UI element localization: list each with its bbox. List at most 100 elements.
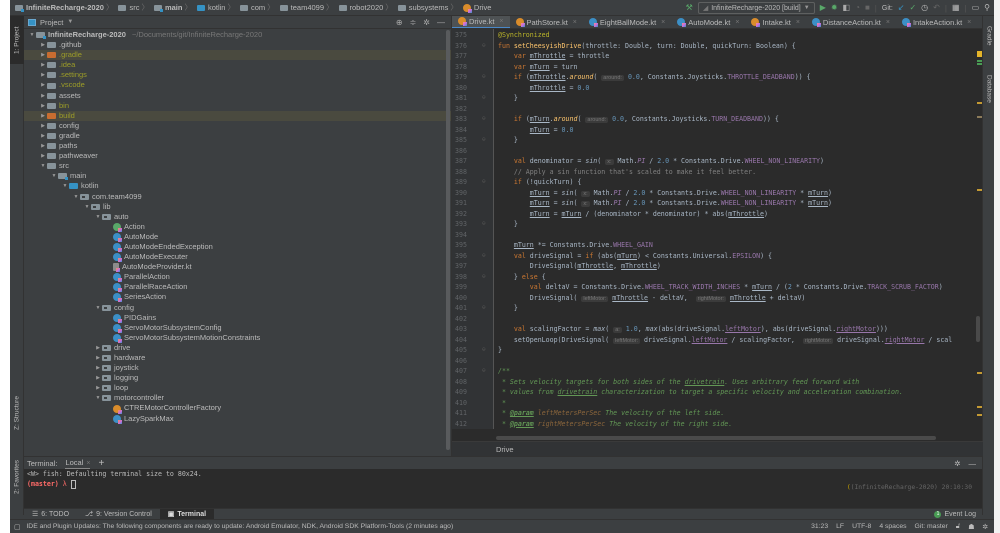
scroll-thumb[interactable]	[496, 436, 936, 440]
warning-marker[interactable]	[977, 116, 982, 118]
new-terminal-button[interactable]: +	[98, 458, 104, 469]
fold-marker-icon[interactable]: ⊖	[482, 72, 494, 83]
fold-marker-icon[interactable]	[482, 125, 494, 136]
hide-icon[interactable]: —	[437, 18, 445, 27]
tree-item[interactable]: ▼ InfiniteRecharge-2020 ~/Documents/git/In…	[24, 30, 451, 40]
editor-breadcrumb[interactable]: Drive	[452, 441, 983, 456]
code-text[interactable]	[494, 146, 498, 157]
tree-item[interactable]: AutoModeEndedException	[24, 242, 451, 253]
tree-item[interactable]: ▶ logging	[24, 373, 451, 383]
inspector-icon[interactable]: ☗	[968, 523, 974, 531]
git-commit-icon[interactable]: ✓	[909, 2, 916, 14]
expanded-arrow-icon[interactable]: ▼	[94, 303, 102, 313]
git-update-icon[interactable]: ↙	[898, 2, 905, 14]
code-text[interactable]: var mTurn = turn	[494, 62, 578, 73]
fold-marker-icon[interactable]	[482, 398, 494, 409]
code-text[interactable]	[494, 104, 498, 115]
editor-tab[interactable]: AutoMode.kt ×	[671, 16, 745, 28]
fold-marker-icon[interactable]: ⊖	[482, 366, 494, 377]
code-text[interactable]	[494, 314, 498, 325]
fold-marker-icon[interactable]: ⊖	[482, 177, 494, 188]
collapsed-arrow-icon[interactable]: ▶	[94, 353, 102, 363]
fold-marker-icon[interactable]	[482, 324, 494, 335]
tree-item[interactable]: ▶ hardware	[24, 353, 451, 363]
tree-item[interactable]: ▶ bin	[24, 101, 451, 111]
code-text[interactable]: * @param leftMetersPerSecSq The accelera…	[494, 429, 748, 430]
expanded-arrow-icon[interactable]: ▼	[94, 393, 102, 403]
code-text[interactable]: // Apply a sin function that's scaled to…	[494, 167, 756, 178]
tree-item[interactable]: ▶ build	[24, 110, 451, 121]
change-marker[interactable]	[977, 63, 982, 65]
fold-marker-icon[interactable]: ⊖	[482, 135, 494, 146]
breadcrumb-item[interactable]: com 〉	[237, 2, 277, 13]
code-text[interactable]: @Synchronized	[494, 30, 550, 41]
close-icon[interactable]: ×	[499, 18, 503, 25]
code-text[interactable]: mTurn = mTurn / (denominator * denominat…	[494, 209, 768, 220]
run-icon[interactable]: ▶	[820, 2, 826, 14]
tool-window-button[interactable]: ☰ 6: TODO	[24, 509, 77, 520]
tree-item[interactable]: ▶ gradle	[24, 131, 451, 141]
tree-item[interactable]: ServoMotorSubsystemMotionConstraints	[24, 333, 451, 343]
collapsed-arrow-icon[interactable]: ▶	[39, 70, 47, 80]
fold-marker-icon[interactable]: ⊖	[482, 272, 494, 283]
close-icon[interactable]: ×	[735, 19, 739, 26]
expanded-arrow-icon[interactable]: ▼	[28, 30, 36, 40]
locate-icon[interactable]: ⊕	[396, 18, 403, 27]
code-text[interactable]: * values from drivetrain characterizatio…	[494, 387, 903, 398]
collapsed-arrow-icon[interactable]: ▶	[39, 80, 47, 90]
event-icon[interactable]: ✲	[982, 523, 988, 531]
fold-marker-icon[interactable]	[482, 51, 494, 62]
code-text[interactable]: mThrottle = 0.0	[494, 83, 590, 94]
event-log-button[interactable]: 1 Event Log	[934, 510, 982, 518]
project-structure-icon[interactable]: ▦	[952, 2, 960, 14]
caret-position[interactable]: 31:23	[811, 523, 828, 531]
breadcrumb-item[interactable]: InfiniteRecharge-2020 〉	[12, 2, 115, 13]
collapsed-arrow-icon[interactable]: ▶	[39, 141, 47, 151]
fold-marker-icon[interactable]	[482, 356, 494, 367]
fold-marker-icon[interactable]	[482, 377, 494, 388]
line-separator[interactable]: LF	[836, 523, 844, 531]
warning-marker[interactable]	[977, 51, 982, 57]
code-text[interactable]: DriveSignal( leftMotor: mThrottle - delt…	[494, 293, 805, 304]
gradle-tool-tab[interactable]: Gradle	[983, 16, 994, 56]
fold-marker-icon[interactable]	[482, 83, 494, 94]
code-text[interactable]: }	[494, 93, 518, 104]
tree-item[interactable]: ▶ .settings	[24, 70, 451, 80]
database-tool-tab[interactable]: Database	[983, 64, 994, 114]
collapsed-arrow-icon[interactable]: ▶	[94, 383, 102, 393]
close-icon[interactable]: ×	[886, 19, 890, 26]
code-text[interactable]: val scalingFactor = max( a: 1.0, max(abs…	[494, 324, 888, 335]
code-text[interactable]: * Sets velocity targets for both sides o…	[494, 377, 859, 388]
tree-item[interactable]: ▶ .vscode	[24, 80, 451, 90]
tree-item[interactable]: ▶ .gradle	[24, 50, 451, 61]
fold-marker-icon[interactable]	[482, 167, 494, 178]
code-text[interactable]: }	[494, 219, 518, 230]
code-text[interactable]: DriveSignal(mThrottle, mThrottle)	[494, 261, 661, 272]
terminal-icon[interactable]: ▭	[972, 2, 980, 14]
code-text[interactable]: val driveSignal = if (abs(mTurn) < Const…	[494, 251, 772, 262]
code-text[interactable]: * @param rightMetersPerSec The velocity …	[494, 419, 732, 430]
editor-tab[interactable]: IntakeAction.kt ×	[896, 16, 977, 28]
tree-item[interactable]: LazySparkMax	[24, 414, 451, 424]
code-text[interactable]: setOpenLoop(DriveSignal( leftMotor: driv…	[494, 335, 952, 346]
fold-marker-icon[interactable]	[482, 209, 494, 220]
favorites-tool-tab[interactable]: 2: Favorites	[10, 448, 24, 506]
tree-item[interactable]: ▶ .github	[24, 40, 451, 50]
warning-marker[interactable]	[977, 414, 982, 416]
tree-item[interactable]: ▼ com.team4099	[24, 192, 451, 202]
tree-item[interactable]: ▶ paths	[24, 141, 451, 151]
code-area[interactable]: 375 @Synchronized 376 ⊖ fun setCheesyishDriv…	[452, 30, 983, 430]
expanded-arrow-icon[interactable]: ▼	[72, 192, 80, 202]
breadcrumb-item[interactable]: src 〉	[115, 2, 151, 13]
editor-vertical-scrollbar[interactable]	[976, 316, 980, 342]
history-icon[interactable]: ◷	[921, 2, 928, 14]
change-marker[interactable]	[977, 60, 982, 62]
close-icon[interactable]: ×	[573, 19, 577, 26]
terminal-prompt[interactable]: (master) λ	[24, 479, 982, 489]
breadcrumb-item[interactable]: kotlin 〉	[194, 2, 237, 13]
tree-item[interactable]: ▶ config	[24, 121, 451, 131]
code-text[interactable]: }	[494, 345, 502, 356]
code-text[interactable]	[494, 356, 498, 367]
collapsed-arrow-icon[interactable]: ▶	[39, 151, 47, 161]
expanded-arrow-icon[interactable]: ▼	[83, 202, 91, 212]
